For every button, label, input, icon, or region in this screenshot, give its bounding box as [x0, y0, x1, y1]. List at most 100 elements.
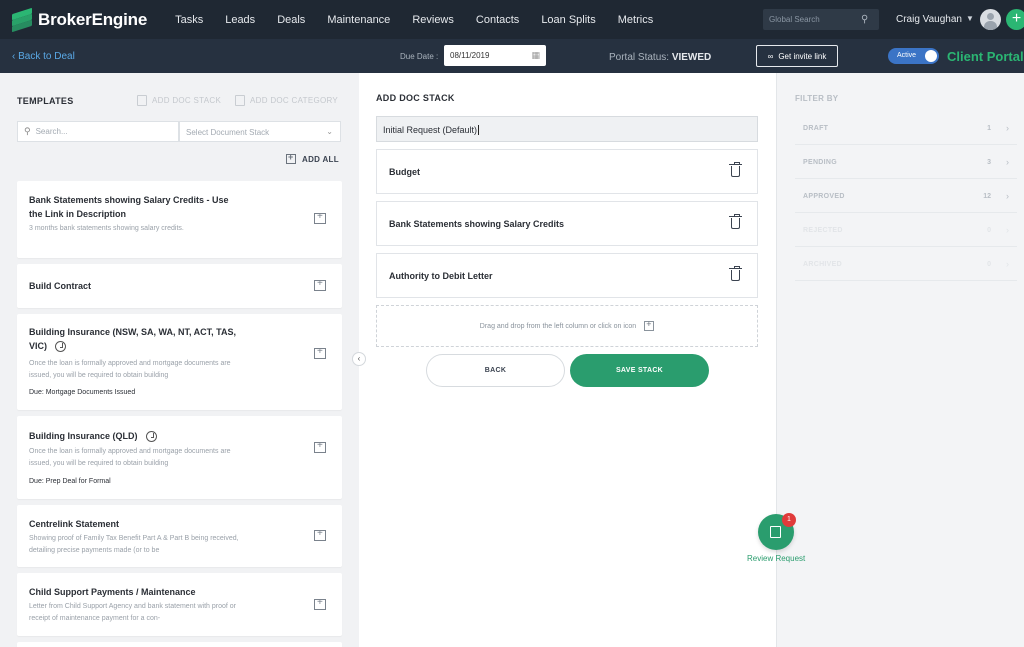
add-to-stack-icon[interactable]	[314, 597, 326, 610]
add-to-stack-icon[interactable]	[314, 440, 326, 453]
template-title: Bank Statements showing Salary Credits -…	[29, 195, 229, 219]
add-to-stack-icon	[644, 319, 655, 331]
add-doc-stack-label: ADD DOC STACK	[152, 96, 222, 105]
filter-rejected[interactable]: REJECTED 0 ›	[795, 217, 1017, 247]
filter-count: 12	[983, 193, 991, 200]
stack-doc-row[interactable]: Bank Statements showing Salary Credits	[376, 201, 758, 246]
back-to-deal-link[interactable]: ‹ Back to Deal	[12, 51, 75, 62]
filter-approved[interactable]: APPROVED 12 ›	[795, 183, 1017, 213]
due-date-field[interactable]: 08/11/2019 ▦	[444, 45, 546, 66]
nav-maintenance[interactable]: Maintenance	[327, 14, 390, 26]
stack-doc-row[interactable]: Authority to Debit Letter	[376, 253, 758, 298]
search-icon[interactable]: ⚲	[861, 14, 868, 25]
template-card[interactable]: Building Insurance (QLD) Once the loan i…	[17, 416, 342, 499]
template-description: Letter from Child Support Agency and ban…	[29, 603, 237, 622]
template-description: 3 months bank statements showing salary …	[29, 225, 184, 232]
filter-name: ARCHIVED	[803, 261, 842, 268]
add-to-stack-icon[interactable]	[314, 211, 326, 224]
add-all-button[interactable]: ADD ALL	[286, 152, 339, 164]
nav-reviews[interactable]: Reviews	[412, 14, 454, 26]
back-button[interactable]: BACK	[426, 354, 565, 387]
portal-status-value: VIEWED	[671, 52, 712, 63]
template-due: Due: Prep Deal for Formal	[29, 478, 111, 485]
deal-toolbar: ‹ Back to Deal Due Date : 08/11/2019 ▦ P…	[0, 39, 1024, 73]
nav-leads[interactable]: Leads	[225, 14, 255, 26]
stack-doc-name: Authority to Debit Letter	[389, 271, 493, 281]
template-search-input[interactable]	[35, 127, 166, 136]
nav-contacts[interactable]: Contacts	[476, 14, 519, 26]
stack-doc-name: Bank Statements showing Salary Credits	[389, 219, 565, 229]
template-title-wrap: Building Insurance (QLD)	[29, 429, 244, 443]
chevron-down-icon[interactable]: ▼	[966, 14, 974, 23]
templates-title: TEMPLATES	[17, 96, 74, 106]
avatar[interactable]	[980, 9, 1001, 30]
portal-status: Portal Status: VIEWED	[609, 52, 711, 63]
filter-archived[interactable]: ARCHIVED 0 ›	[795, 251, 1017, 281]
template-search[interactable]: ⚲	[17, 121, 179, 142]
nav-deals[interactable]: Deals	[277, 14, 305, 26]
add-to-stack-icon[interactable]	[314, 278, 326, 291]
template-card[interactable]: Child Support Payments / Maintenance Let…	[17, 573, 342, 636]
chevron-right-icon: ›	[1006, 259, 1009, 269]
filter-name: PENDING	[803, 159, 837, 166]
filter-title: FILTER BY	[795, 94, 839, 103]
template-title-wrap: Building Insurance (NSW, SA, WA, NT, ACT…	[29, 325, 244, 353]
main-nav: Tasks Leads Deals Maintenance Reviews Co…	[175, 14, 675, 26]
search-icon: ⚲	[24, 126, 31, 136]
stack-doc-row[interactable]: Budget	[376, 149, 758, 194]
trash-icon[interactable]	[729, 266, 742, 281]
add-to-stack-icon[interactable]	[314, 528, 326, 541]
review-count-badge: 1	[782, 513, 796, 527]
review-request-label[interactable]: Review Request	[747, 554, 805, 563]
filter-pending[interactable]: PENDING 3 ›	[795, 149, 1017, 179]
add-doc-stack-title: ADD DOC STACK	[376, 93, 455, 103]
template-card[interactable]	[17, 642, 342, 647]
logo-icon	[12, 7, 32, 32]
add-doc-category-label: ADD DOC CATEGORY	[250, 96, 339, 105]
chevron-right-icon: ›	[1006, 123, 1009, 133]
add-doc-stack-button[interactable]: ADD DOC STACK	[137, 95, 221, 106]
link-icon: ∞	[767, 51, 774, 61]
user-name[interactable]: Craig Vaughan	[896, 14, 962, 25]
template-card[interactable]: Build Contract	[17, 264, 342, 308]
template-card[interactable]: Bank Statements showing Salary Credits -…	[17, 181, 342, 258]
filter-draft[interactable]: DRAFT 1 ›	[795, 115, 1017, 145]
add-to-stack-icon	[286, 152, 296, 164]
template-title: Building Insurance (QLD)	[29, 431, 138, 441]
drop-zone[interactable]: Drag and drop from the left column or cl…	[376, 305, 758, 347]
document-stack-select[interactable]: Select Document Stack ⌄	[179, 121, 341, 142]
add-doc-category-button[interactable]: ADD DOC CATEGORY	[235, 95, 338, 106]
filter-count: 1	[987, 125, 991, 132]
chevron-right-icon: ›	[1006, 157, 1009, 167]
stack-name-input[interactable]: Initial Request (Default)	[376, 116, 758, 142]
trash-icon[interactable]	[729, 214, 742, 229]
nav-loan-splits[interactable]: Loan Splits	[541, 14, 595, 26]
add-new-button[interactable]: +	[1006, 9, 1024, 30]
chevron-right-icon: ›	[1006, 191, 1009, 201]
template-due: Due: Mortgage Documents Issued	[29, 389, 136, 396]
nav-metrics[interactable]: Metrics	[618, 14, 653, 26]
chevron-left-icon: ‹	[12, 51, 16, 62]
save-stack-button[interactable]: SAVE STACK	[570, 354, 709, 387]
stack-name-value: Initial Request (Default)	[383, 125, 478, 135]
clock-icon	[145, 431, 157, 443]
add-to-stack-icon[interactable]	[314, 346, 326, 359]
calendar-icon[interactable]: ▦	[531, 50, 540, 61]
template-card[interactable]: Building Insurance (NSW, SA, WA, NT, ACT…	[17, 314, 342, 410]
template-title: Centrelink Statement	[29, 519, 120, 529]
portal-active-toggle[interactable]: Active	[888, 48, 939, 64]
global-search-input[interactable]	[769, 15, 861, 24]
filter-name: DRAFT	[803, 125, 829, 132]
template-title: Child Support Payments / Maintenance	[29, 587, 196, 597]
chevron-down-icon: ⌄	[326, 127, 333, 136]
template-card[interactable]: Centrelink Statement Showing proof of Fa…	[17, 505, 342, 567]
collapse-panel-button[interactable]: ‹	[352, 352, 366, 366]
global-search[interactable]: ⚲	[763, 9, 879, 30]
nav-tasks[interactable]: Tasks	[175, 14, 203, 26]
brand-logo[interactable]: BrokerEngine	[12, 7, 147, 32]
template-description: Once the loan is formally approved and m…	[29, 448, 231, 467]
add-all-label: ADD ALL	[302, 154, 339, 164]
get-invite-link-button[interactable]: ∞ Get invite link	[756, 45, 838, 67]
due-date-label: Due Date :	[400, 52, 439, 61]
trash-icon[interactable]	[729, 162, 742, 177]
